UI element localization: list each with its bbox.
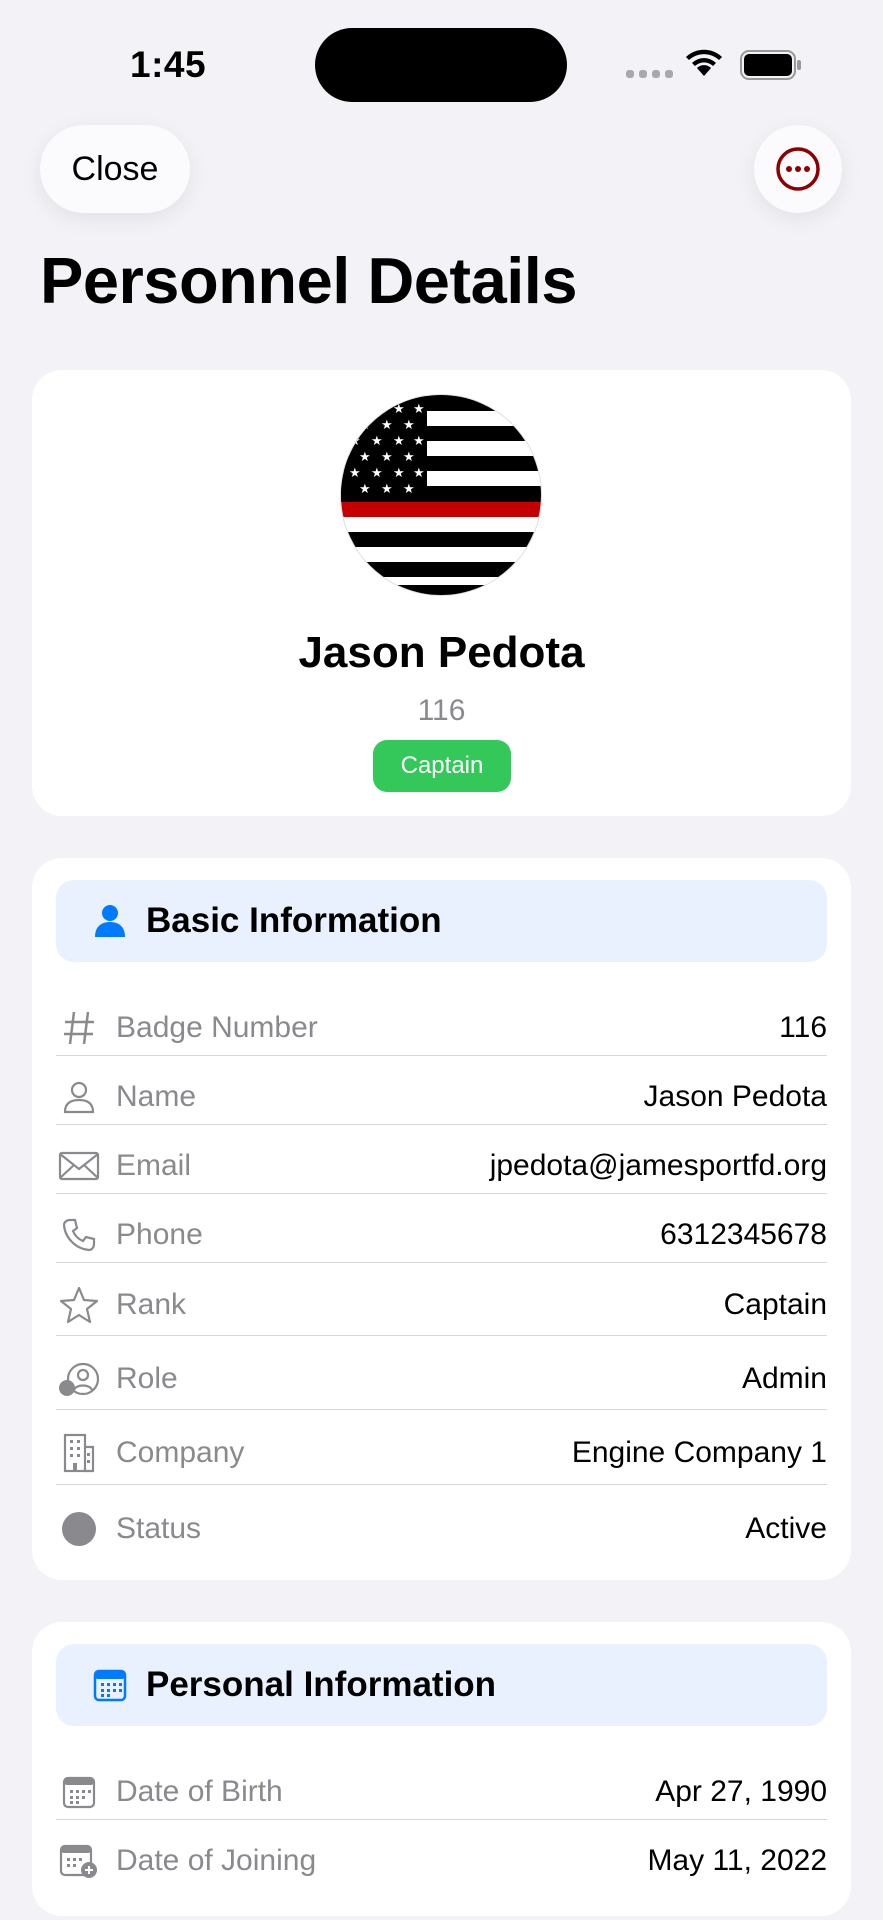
date-of-joining-row: Date of Joining May 11, 2022 <box>56 1831 827 1891</box>
divider <box>56 1124 827 1125</box>
divider <box>56 1484 827 1485</box>
status-bar: 1:45 <box>0 0 883 120</box>
row-value: Active <box>745 1512 827 1545</box>
svg-text:★: ★ <box>413 434 425 449</box>
battery-icon <box>740 50 801 80</box>
calendar-add-icon <box>56 1838 102 1884</box>
rank-row: Rank Captain <box>56 1274 827 1336</box>
star-icon <box>56 1282 102 1328</box>
avatar[interactable]: ★ ★ ★ ★ ★ ★ ★ ★ ★ ★ ★ ★ ★ ★ ★ ★ ★ ★ ★ ★ ★ <box>340 394 542 596</box>
badge-number-row: Badge Number 116 <box>56 998 827 1058</box>
number-icon <box>56 1005 102 1051</box>
envelope-icon <box>56 1143 102 1189</box>
divider <box>56 1409 827 1410</box>
calendar-icon <box>90 1668 130 1702</box>
cellular-signal-icon <box>626 70 673 78</box>
row-label: Company <box>116 1436 245 1469</box>
building-icon <box>56 1430 102 1476</box>
row-value[interactable]: 6312345678 <box>660 1218 827 1252</box>
svg-text:★: ★ <box>403 418 415 433</box>
role-row: Role Admin <box>56 1348 827 1410</box>
svg-text:★: ★ <box>413 466 425 481</box>
status-circle-icon <box>56 1506 102 1552</box>
svg-text:★: ★ <box>403 450 415 465</box>
row-label: Rank <box>116 1288 187 1321</box>
row-value: 116 <box>779 1011 827 1044</box>
more-options-button[interactable] <box>754 125 842 213</box>
section-title: Personal Information <box>146 1665 497 1704</box>
svg-text:★: ★ <box>413 402 425 417</box>
phone-row[interactable]: Phone 6312345678 <box>56 1205 827 1265</box>
svg-text:★: ★ <box>393 402 405 417</box>
email-row[interactable]: Email jpedota@jamesportfd.org <box>56 1136 827 1196</box>
row-label: Badge Number <box>116 1011 318 1044</box>
svg-text:★: ★ <box>371 466 383 481</box>
wifi-icon <box>686 49 722 76</box>
svg-text:★: ★ <box>381 450 393 465</box>
svg-text:★: ★ <box>371 434 383 449</box>
company-row: Company Engine Company 1 <box>56 1422 827 1484</box>
close-button[interactable]: Close <box>40 125 190 213</box>
divider <box>56 1335 827 1336</box>
status-time: 1:45 <box>130 44 207 85</box>
thin-red-line-flag-image: ★ ★ ★ ★ ★ ★ ★ ★ ★ ★ ★ ★ ★ ★ ★ ★ ★ ★ ★ ★ ★ <box>341 395 541 595</box>
row-label: Date of Joining <box>116 1844 317 1877</box>
row-value[interactable]: jpedota@jamesportfd.org <box>490 1149 827 1183</box>
svg-text:★: ★ <box>371 402 383 417</box>
row-label: Phone <box>116 1218 203 1251</box>
svg-text:★: ★ <box>359 450 371 465</box>
svg-text:★: ★ <box>349 402 361 417</box>
page-title: Personnel Details <box>40 244 578 317</box>
person-badge-icon <box>56 1356 102 1402</box>
row-value: Captain <box>723 1288 827 1321</box>
basic-information-header: Basic Information <box>56 880 827 962</box>
row-label: Date of Birth <box>116 1775 283 1808</box>
row-value: Admin <box>741 1362 827 1395</box>
svg-text:★: ★ <box>349 434 361 449</box>
phone-icon <box>56 1212 102 1258</box>
row-label: Role <box>116 1362 178 1395</box>
svg-text:★: ★ <box>359 418 371 433</box>
svg-text:★: ★ <box>393 434 405 449</box>
row-value: Engine Company 1 <box>571 1436 827 1469</box>
person-badge-number: 116 <box>417 694 466 727</box>
svg-text:★: ★ <box>403 482 415 497</box>
divider <box>56 1193 827 1194</box>
calendar-icon <box>56 1769 102 1815</box>
divider <box>56 1262 827 1263</box>
person-icon <box>90 904 130 938</box>
name-row: Name Jason Pedota <box>56 1067 827 1127</box>
basic-information-card: Basic Information Badge Number 116 Name … <box>32 858 851 1580</box>
svg-text:★: ★ <box>393 466 405 481</box>
section-title: Basic Information <box>146 901 442 940</box>
row-label: Status <box>116 1512 202 1545</box>
row-label: Email <box>116 1149 192 1182</box>
svg-text:★: ★ <box>349 466 361 481</box>
divider <box>56 1819 827 1820</box>
svg-text:★: ★ <box>359 482 371 497</box>
row-label: Name <box>116 1080 197 1113</box>
row-value: Jason Pedota <box>643 1080 827 1113</box>
row-value: Apr 27, 1990 <box>655 1775 827 1808</box>
row-value: May 11, 2022 <box>647 1844 827 1877</box>
personal-information-header: Personal Information <box>56 1644 827 1726</box>
date-of-birth-row: Date of Birth Apr 27, 1990 <box>56 1762 827 1822</box>
person-name: Jason Pedota <box>298 628 585 677</box>
personal-information-card: Personal Information Date of Birth Apr 2… <box>32 1622 851 1916</box>
dynamic-island <box>315 28 567 102</box>
ellipsis-circle-icon <box>776 147 820 191</box>
profile-card: ★ ★ ★ ★ ★ ★ ★ ★ ★ ★ ★ ★ ★ ★ ★ ★ ★ ★ ★ ★ ★ Jason Pedota … <box>32 370 851 816</box>
svg-text:★: ★ <box>381 418 393 433</box>
person-outline-icon <box>56 1074 102 1120</box>
divider <box>56 1055 827 1056</box>
svg-text:★: ★ <box>381 482 393 497</box>
status-row: Status Active <box>56 1498 827 1560</box>
rank-badge: Captain <box>373 740 511 792</box>
